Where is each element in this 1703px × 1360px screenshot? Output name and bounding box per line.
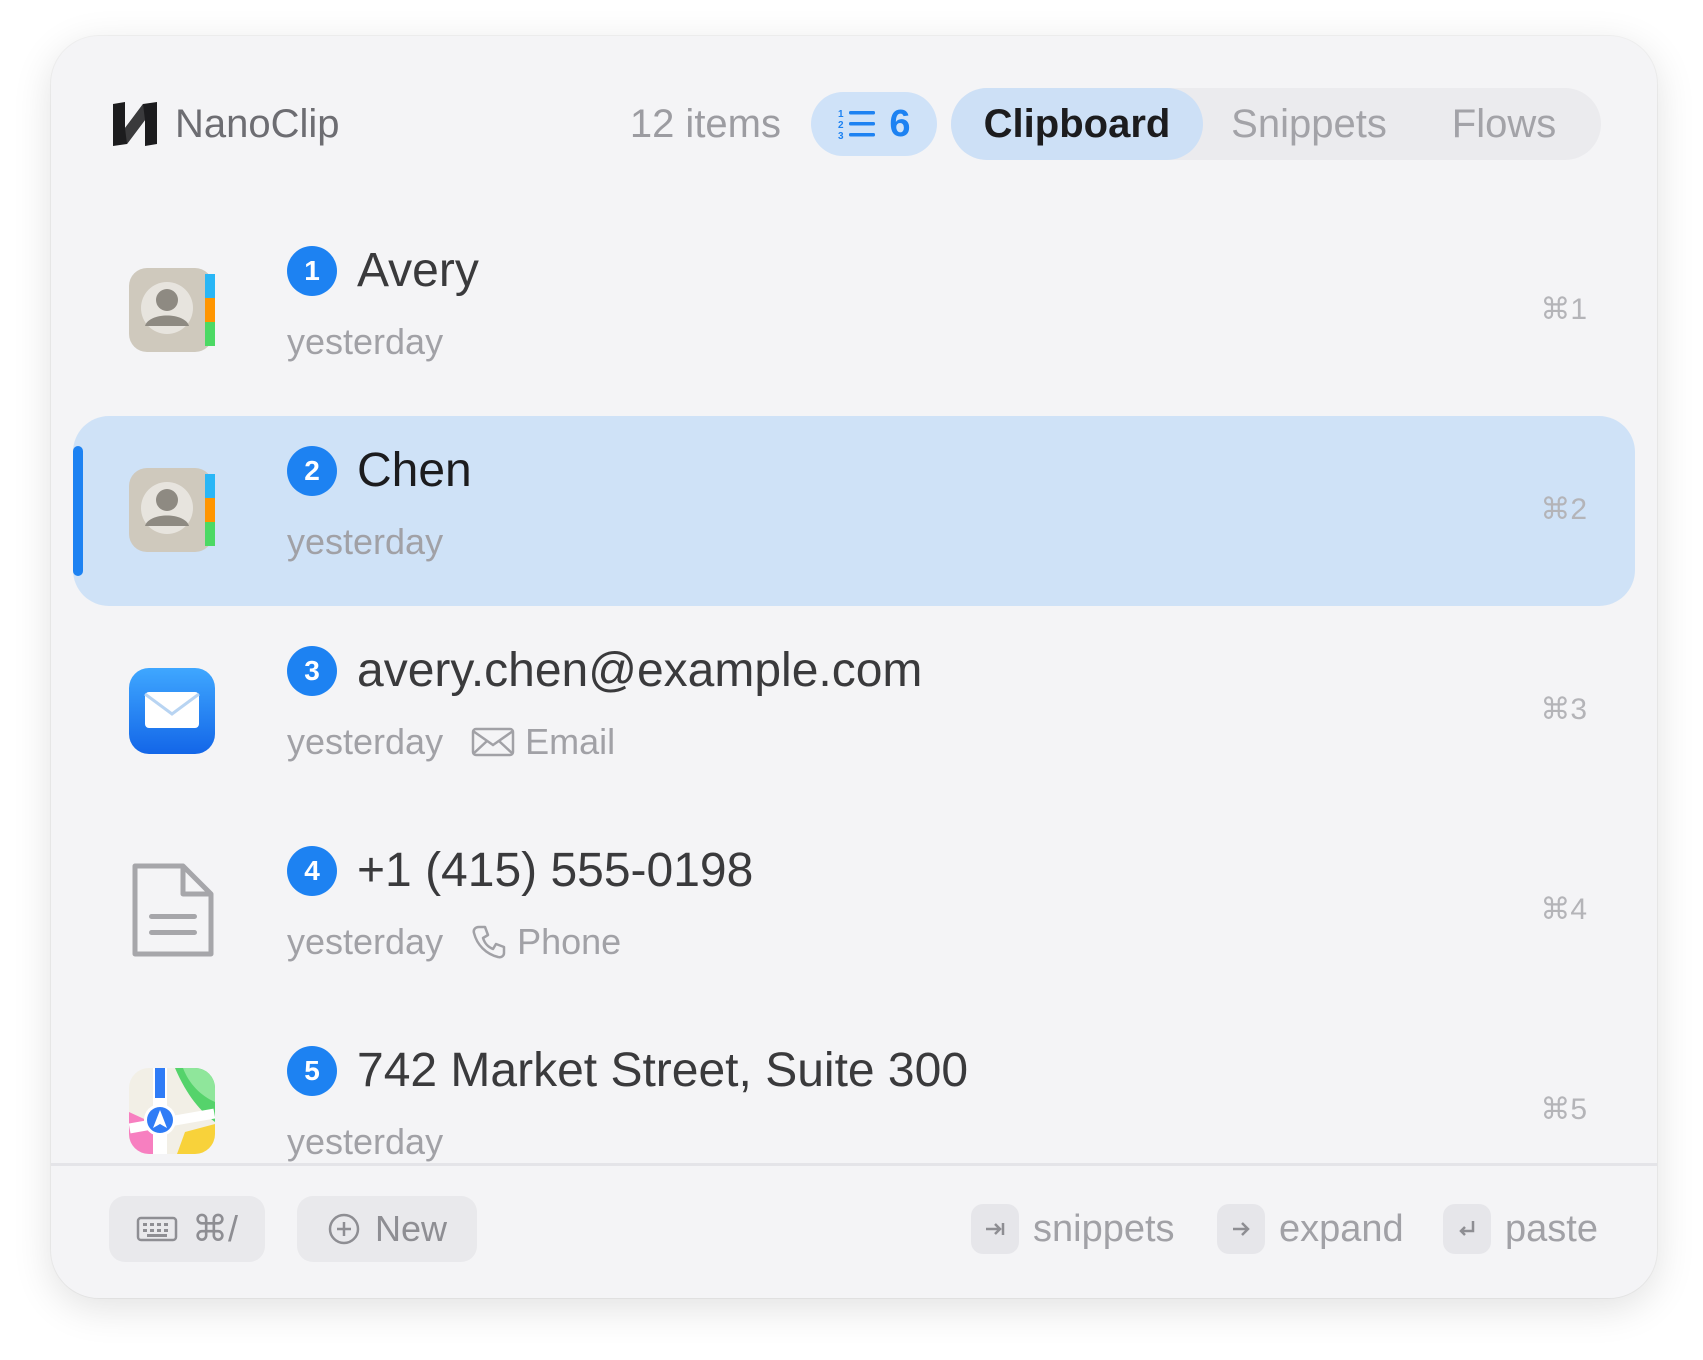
item-number-badge: 5 bbox=[287, 1046, 337, 1096]
item-time: yesterday bbox=[287, 321, 444, 362]
hint-expand-label: expand bbox=[1279, 1207, 1404, 1250]
item-type-label: Email bbox=[525, 721, 616, 762]
header: NanoClip 12 items 1 2 3 6 Clipboard Snip… bbox=[51, 36, 1657, 196]
keyboard-shortcuts-button[interactable]: ⌘/ bbox=[109, 1196, 265, 1262]
item-number-badge: 4 bbox=[287, 846, 337, 896]
item-shortcut: ⌘5 bbox=[1540, 1093, 1587, 1126]
svg-text:1: 1 bbox=[838, 109, 844, 120]
envelope-icon bbox=[471, 727, 515, 757]
hint-expand: expand bbox=[1217, 1196, 1404, 1262]
maps-app-icon bbox=[129, 1068, 215, 1154]
keyboard-icon bbox=[136, 1216, 178, 1242]
list-item[interactable]: 1 Avery yesterday ⌘1 bbox=[73, 216, 1635, 406]
return-key-icon bbox=[1443, 1204, 1491, 1254]
svg-text:3: 3 bbox=[838, 131, 844, 141]
item-title: 742 Market Street, Suite 300 bbox=[357, 1044, 969, 1097]
app-title: NanoClip bbox=[175, 102, 340, 146]
item-time: yesterday bbox=[287, 521, 444, 562]
item-number-badge: 2 bbox=[287, 446, 337, 496]
list-item-selected[interactable]: 2 Chen yesterday ⌘2 bbox=[73, 416, 1635, 606]
selection-indicator bbox=[73, 446, 83, 576]
item-title: Chen bbox=[357, 444, 472, 497]
new-label: New bbox=[374, 1208, 448, 1249]
keyboard-shortcut-label: ⌘/ bbox=[191, 1208, 238, 1249]
queue-count: 6 bbox=[889, 102, 911, 145]
plus-circle-icon bbox=[328, 1213, 360, 1245]
item-shortcut: ⌘1 bbox=[1540, 293, 1587, 326]
item-shortcut: ⌘4 bbox=[1540, 893, 1587, 926]
item-meta: yesterday Phone bbox=[287, 920, 621, 964]
item-shortcut: ⌘2 bbox=[1540, 493, 1587, 526]
mail-app-icon bbox=[129, 668, 215, 754]
item-title: avery.chen@example.com bbox=[357, 644, 923, 697]
item-meta: yesterday bbox=[287, 1120, 443, 1164]
nanoclip-logo-icon bbox=[113, 102, 157, 146]
contacts-app-icon bbox=[129, 268, 215, 352]
hint-snippets-label: snippets bbox=[1033, 1207, 1175, 1250]
item-shortcut: ⌘3 bbox=[1540, 693, 1587, 726]
item-meta: yesterday bbox=[287, 320, 443, 364]
item-number-badge: 3 bbox=[287, 646, 337, 696]
hint-paste: paste bbox=[1443, 1196, 1598, 1262]
right-arrow-key-icon bbox=[1217, 1204, 1265, 1254]
svg-text:2: 2 bbox=[838, 120, 844, 131]
item-time: yesterday bbox=[287, 721, 444, 762]
item-title: +1 (415) 555-0198 bbox=[357, 844, 754, 897]
item-meta: yesterday Email bbox=[287, 720, 615, 764]
document-icon bbox=[132, 863, 214, 957]
item-count: 12 items bbox=[629, 102, 781, 146]
tab-bar: Clipboard Snippets Flows bbox=[951, 88, 1601, 160]
hint-snippets: snippets bbox=[971, 1196, 1175, 1262]
item-type: Email bbox=[471, 720, 615, 764]
tab-key-icon bbox=[971, 1204, 1019, 1254]
paste-queue-button[interactable]: 1 2 3 6 bbox=[811, 92, 937, 156]
item-title: Avery bbox=[357, 244, 479, 297]
item-number-badge: 1 bbox=[287, 246, 337, 296]
tab-clipboard[interactable]: Clipboard bbox=[951, 88, 1203, 160]
phone-icon bbox=[472, 925, 506, 959]
list-item[interactable]: 3 avery.chen@example.com yesterday Email… bbox=[73, 616, 1635, 806]
item-type: Phone bbox=[471, 920, 621, 964]
tab-flows[interactable]: Flows bbox=[1419, 88, 1589, 160]
item-type-label: Phone bbox=[517, 921, 622, 962]
nanoclip-window: NanoClip 12 items 1 2 3 6 Clipboard Snip… bbox=[51, 36, 1657, 1298]
numbered-list-icon: 1 2 3 bbox=[838, 109, 876, 141]
item-time: yesterday bbox=[287, 1121, 444, 1162]
item-time: yesterday bbox=[287, 921, 444, 962]
new-button[interactable]: New bbox=[297, 1196, 477, 1262]
list-item[interactable]: 4 +1 (415) 555-0198 yesterday Phone ⌘4 bbox=[73, 816, 1635, 1006]
hint-paste-label: paste bbox=[1505, 1207, 1598, 1250]
tab-snippets[interactable]: Snippets bbox=[1209, 88, 1409, 160]
item-meta: yesterday bbox=[287, 520, 443, 564]
footer-bar: ⌘/ New snippets expand paste bbox=[51, 1163, 1657, 1298]
contacts-app-icon bbox=[129, 468, 215, 552]
